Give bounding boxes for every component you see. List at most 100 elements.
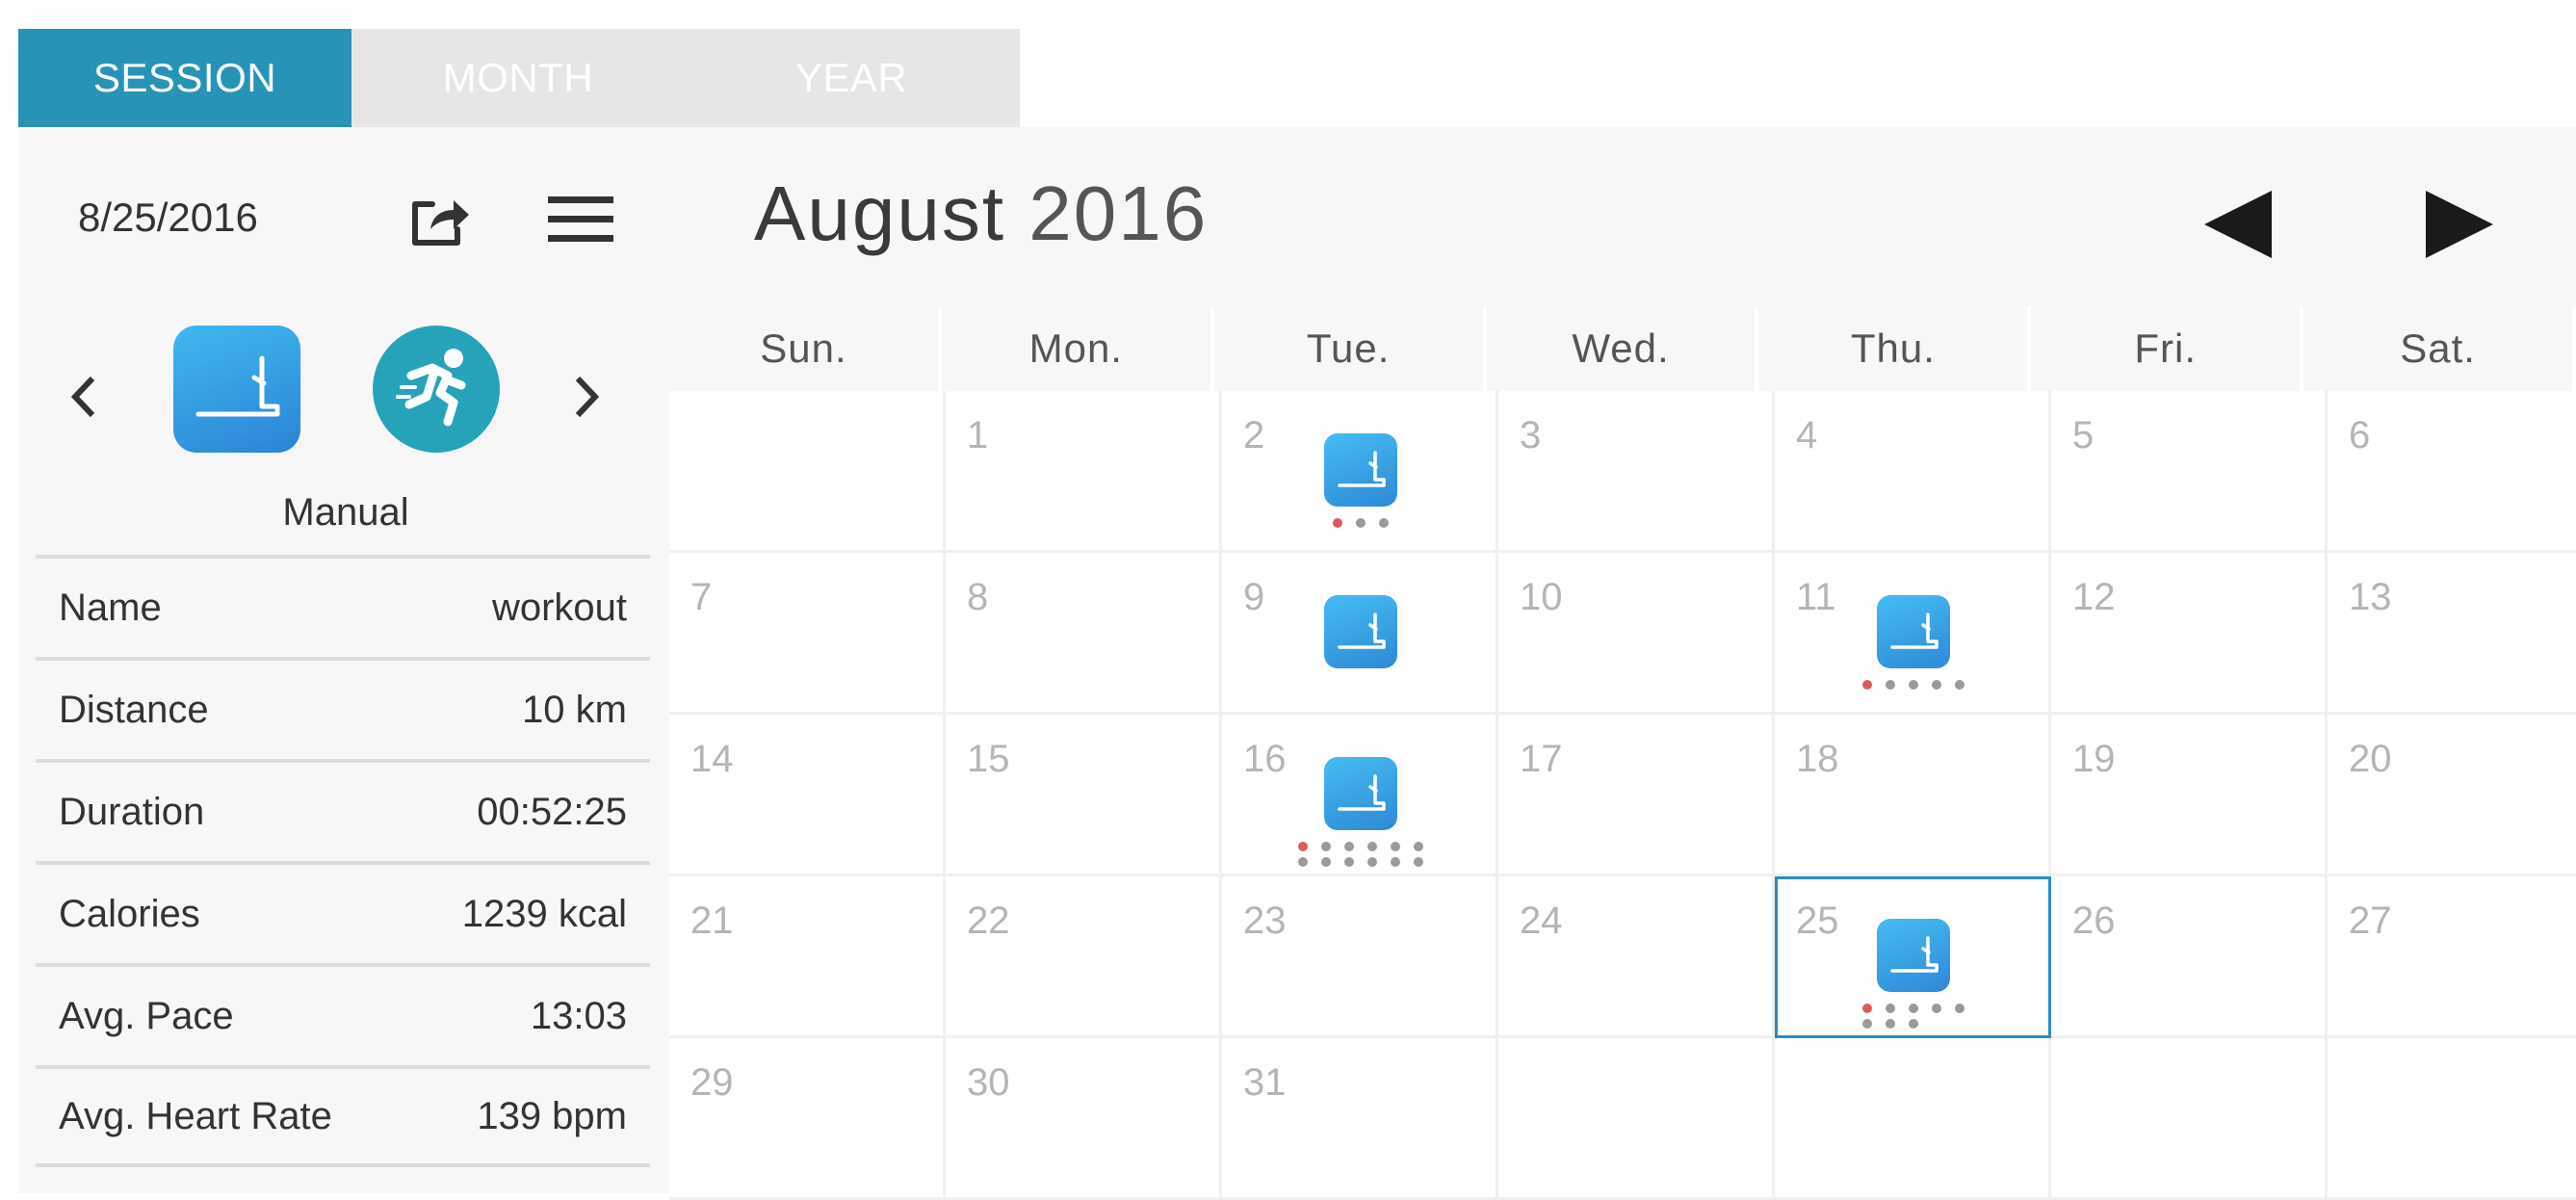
calendar-day[interactable]: 17 [1498,715,1775,876]
day-number: 18 [1796,738,1839,780]
calendar-empty-cell [1775,1038,2051,1200]
stat-label: Avg. Heart Rate [59,1094,332,1137]
day-number: 5 [2072,414,2095,457]
calendar-day[interactable]: 7 [669,553,946,715]
stat-row-avg-pace: Avg. Pace 13:03 [36,963,650,1065]
session-dot [1321,842,1331,851]
stat-label: Calories [59,892,200,935]
view-tabs: SESSION MONTH YEAR [18,29,1020,127]
calendar-day[interactable]: 18 [1775,715,2051,876]
day-number: 2 [1243,414,1265,457]
session-stats: Name workout Distance 10 km Duration 00:… [36,555,650,1167]
session-dot [1344,857,1354,867]
calendar-day[interactable]: 14 [669,715,946,876]
tab-session[interactable]: SESSION [18,29,351,127]
stat-label: Name [59,586,162,629]
day-number: 17 [1520,738,1563,780]
calendar-day[interactable]: 8 [946,553,1222,715]
calendar-day[interactable]: 27 [2328,876,2576,1038]
treadmill-icon[interactable] [173,326,300,453]
calendar-day[interactable]: 15 [946,715,1222,876]
stat-row-calories: Calories 1239 kcal [36,861,650,963]
calendar-day[interactable]: 21 [669,876,946,1038]
day-number: 16 [1243,738,1287,780]
treadmill-icon[interactable] [1324,757,1397,830]
calendar-day[interactable]: 25 [1775,876,2051,1038]
stat-value: 1239 kcal [461,892,627,935]
session-dot [1862,680,1872,690]
stat-value: 13:03 [530,994,627,1037]
stat-value: 139 bpm [477,1094,627,1137]
calendar-empty-cell [669,391,946,553]
calendar-day[interactable]: 31 [1222,1038,1498,1200]
session-dot [1909,1019,1918,1029]
day-number: 23 [1243,900,1287,942]
session-dot [1932,680,1941,690]
day-number: 14 [690,738,734,780]
day-number: 31 [1243,1061,1287,1104]
calendar-day[interactable]: 13 [2328,553,2576,715]
weekday-label: Sat. [2303,306,2576,391]
weekday-label: Tue. [1213,306,1487,391]
session-dots [1298,842,1423,867]
calendar-day[interactable]: 3 [1498,391,1775,553]
stat-value: 00:52:25 [477,790,627,833]
session-dot [1391,842,1400,851]
calendar-day[interactable]: 24 [1498,876,1775,1038]
calendar-day[interactable]: 23 [1222,876,1498,1038]
calendar-day[interactable]: 20 [2328,715,2576,876]
stat-row-distance: Distance 10 km [36,657,650,759]
day-number: 19 [2072,738,2116,780]
calendar-grid: 1 2 3 4 5 6 7 8 9 10 11 12 13 14 15 16 17 18 19 20 21 22 23 24 2… [669,391,2576,1200]
day-number: 4 [1796,414,1818,457]
treadmill-icon[interactable] [1324,595,1397,668]
session-dot [1333,518,1342,528]
calendar-day[interactable]: 4 [1775,391,2051,553]
calendar-day[interactable]: 12 [2051,553,2328,715]
calendar-day[interactable]: 30 [946,1038,1222,1200]
triangle-left-icon[interactable] [2173,181,2279,268]
day-number: 30 [967,1061,1010,1104]
calendar-day[interactable]: 29 [669,1038,946,1200]
calendar-day[interactable]: 2 [1222,391,1498,553]
calendar: Sun. Mon. Tue. Wed. Thu. Fri. Sat. 1 2 3 4 5 6 7 8 9 10… [669,306,2576,1200]
session-dot [1909,1004,1918,1013]
calendar-day[interactable]: 22 [946,876,1222,1038]
treadmill-icon[interactable] [1324,433,1397,507]
calendar-day[interactable]: 9 [1222,553,1498,715]
chevron-right-icon[interactable] [565,358,608,435]
session-dots [1862,680,1965,690]
session-dot [1862,1004,1872,1013]
month-year: 2016 [1028,170,1209,256]
calendar-day[interactable]: 26 [2051,876,2328,1038]
day-number: 9 [1243,576,1265,618]
calendar-day[interactable]: 1 [946,391,1222,553]
session-dot [1955,1004,1965,1013]
calendar-day[interactable]: 10 [1498,553,1775,715]
calendar-day[interactable]: 5 [2051,391,2328,553]
session-dots [1333,518,1389,528]
stat-label: Distance [59,688,209,731]
runner-icon[interactable] [373,326,500,453]
treadmill-icon[interactable] [1877,595,1950,668]
day-number: 3 [1520,414,1542,457]
share-icon[interactable] [403,183,475,254]
session-dot [1862,1019,1872,1029]
tab-month[interactable]: MONTH [351,29,685,127]
calendar-day[interactable]: 16 [1222,715,1498,876]
calendar-day[interactable]: 11 [1775,553,2051,715]
triangle-right-icon[interactable] [2418,181,2524,268]
day-number: 21 [690,900,734,942]
calendar-day[interactable]: 6 [2328,391,2576,553]
stat-value: 10 km [522,688,627,731]
chevron-left-icon[interactable] [63,358,105,435]
session-dots [1862,1004,1965,1029]
tab-year[interactable]: YEAR [685,29,1018,127]
treadmill-icon[interactable] [1877,919,1950,992]
stat-label: Avg. Pace [59,994,234,1037]
calendar-day[interactable]: 19 [2051,715,2328,876]
stat-row-duration: Duration 00:52:25 [36,759,650,861]
stat-label: Duration [59,790,205,833]
calendar-empty-cell [2328,1038,2576,1200]
menu-icon[interactable] [546,191,615,248]
